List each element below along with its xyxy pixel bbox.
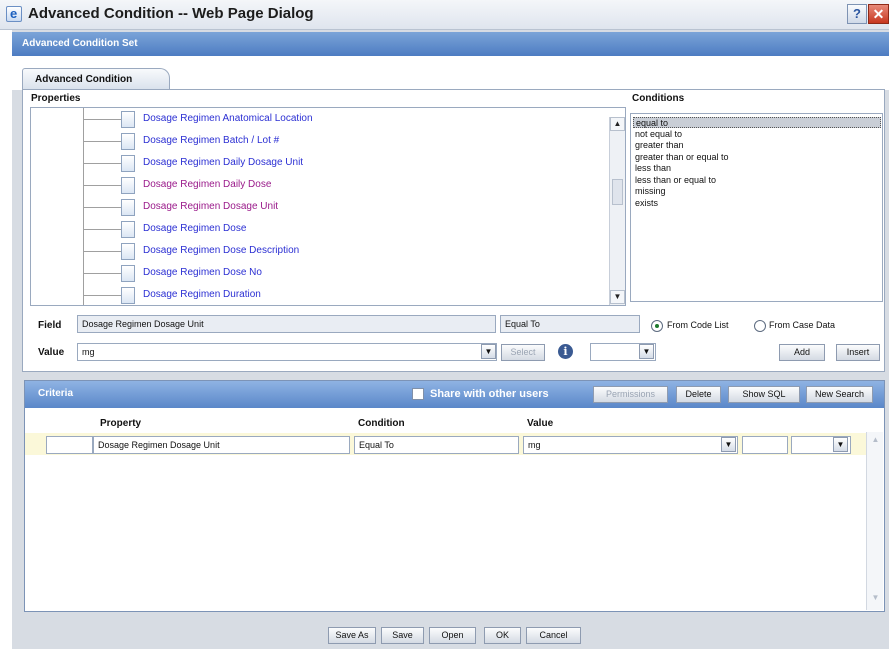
new-search-button[interactable]: New Search: [806, 386, 873, 403]
cancel-button[interactable]: Cancel: [526, 627, 581, 644]
document-icon: [121, 287, 135, 304]
criteria-panel: [24, 380, 885, 612]
condition-option[interactable]: exists: [633, 198, 881, 209]
tree-item-label: Dosage Regimen Dose Description: [143, 245, 300, 256]
arrow-down-icon[interactable]: ▼: [610, 290, 625, 304]
condition-option[interactable]: missing: [633, 186, 881, 197]
document-icon: [121, 111, 135, 128]
document-icon: [121, 199, 135, 216]
window-title: Advanced Condition -- Web Page Dialog: [28, 5, 314, 22]
chevron-down-icon[interactable]: ▼: [833, 437, 848, 452]
field-input[interactable]: Dosage Regimen Dosage Unit: [77, 315, 496, 333]
properties-scrollbar[interactable]: ▲ ▼: [609, 117, 625, 305]
tree-item-label: Dosage Regimen Anatomical Location: [143, 113, 313, 124]
save-as-button[interactable]: Save As: [328, 627, 376, 644]
condition-input[interactable]: Equal To: [500, 315, 640, 333]
column-header-property: Property: [100, 418, 142, 429]
row-property-cell[interactable]: Dosage Regimen Dosage Unit: [93, 436, 350, 454]
select-button[interactable]: Select: [501, 344, 545, 361]
chevron-down-icon[interactable]: ▼: [481, 344, 496, 359]
document-icon: [121, 221, 135, 238]
condition-option[interactable]: greater than: [633, 140, 881, 151]
tree-branch-line: [83, 295, 121, 296]
tree-item-label: Dosage Regimen Daily Dosage Unit: [143, 157, 304, 168]
criteria-title: Criteria: [38, 388, 74, 399]
conditions-list[interactable]: equal to not equal to greater than greater …: [630, 113, 883, 302]
value-label: Value: [38, 347, 65, 358]
row-prefix-input[interactable]: [46, 436, 93, 454]
help-button[interactable]: ?: [847, 4, 867, 24]
condition-option[interactable]: greater than or equal to: [633, 152, 881, 163]
arrow-up-icon[interactable]: ▲: [610, 117, 625, 131]
from-code-list-radio[interactable]: [651, 320, 663, 332]
tree-branch-line: [83, 185, 121, 186]
tree-item-label: Dosage Regimen Dosage Unit: [143, 201, 279, 212]
ie-app-icon: [6, 6, 22, 22]
tree-branch-line: [83, 273, 121, 274]
tree-item[interactable]: Dosage Regimen Duration: [83, 285, 625, 305]
chevron-down-icon[interactable]: ▼: [721, 437, 736, 452]
tree-branch-line: [83, 207, 121, 208]
row-value-cell[interactable]: mg: [523, 436, 738, 454]
document-icon: [121, 155, 135, 172]
document-icon: [121, 177, 135, 194]
tree-branch-line: [83, 229, 121, 230]
insert-button[interactable]: Insert: [836, 344, 880, 361]
close-button[interactable]: ✕: [868, 4, 889, 24]
criteria-scrollbar[interactable]: ▲ ▼: [866, 432, 883, 610]
tree-item-label: Dosage Regimen Dose: [143, 223, 247, 234]
share-label: Share with other users: [430, 388, 549, 400]
show-sql-button[interactable]: Show SQL: [728, 386, 800, 403]
field-label: Field: [38, 320, 62, 331]
document-icon: [121, 243, 135, 260]
tree-item[interactable]: Dosage Regimen Dose Description: [83, 241, 625, 263]
properties-tree[interactable]: Dosage Regimen Anatomical Location Dosage…: [30, 107, 626, 306]
open-button[interactable]: Open: [429, 627, 476, 644]
ok-button[interactable]: OK: [484, 627, 521, 644]
delete-button[interactable]: Delete: [676, 386, 721, 403]
tree-item-label: Dosage Regimen Dose No: [143, 267, 262, 278]
tree-item-label: Dosage Regimen Batch / Lot #: [143, 135, 280, 146]
tree-item[interactable]: Dosage Regimen Anatomical Location: [83, 109, 625, 131]
tree-branch-line: [83, 251, 121, 252]
from-case-data-radio[interactable]: [754, 320, 766, 332]
save-button[interactable]: Save: [381, 627, 424, 644]
info-icon[interactable]: i: [558, 344, 573, 359]
condition-set-header: Advanced Condition Set: [12, 32, 889, 56]
properties-label: Properties: [31, 93, 81, 104]
column-header-condition: Condition: [358, 418, 405, 429]
tree-item-label: Dosage Regimen Duration: [143, 289, 261, 300]
tree-item[interactable]: Dosage Regimen Daily Dosage Unit: [83, 153, 625, 175]
add-button[interactable]: Add: [779, 344, 825, 361]
document-icon: [121, 265, 135, 282]
row-condition-cell[interactable]: Equal To: [354, 436, 519, 454]
tree-item[interactable]: Dosage Regimen Dosage Unit: [83, 197, 625, 219]
permissions-button[interactable]: Permissions: [593, 386, 668, 403]
condition-option[interactable]: less than: [633, 163, 881, 174]
from-case-data-label: From Case Data: [769, 320, 836, 330]
conditions-label: Conditions: [632, 93, 685, 104]
arrow-up-icon[interactable]: ▲: [868, 434, 883, 448]
row-extra-input[interactable]: [742, 436, 788, 454]
share-checkbox[interactable]: [412, 388, 424, 400]
condition-option[interactable]: equal to: [633, 117, 881, 128]
tree-branch-line: [83, 141, 121, 142]
tree-item[interactable]: Dosage Regimen Batch / Lot #: [83, 131, 625, 153]
value-input[interactable]: mg: [77, 343, 497, 361]
tree-item[interactable]: Dosage Regimen Daily Dose: [83, 175, 625, 197]
tree-item[interactable]: Dosage Regimen Dose: [83, 219, 625, 241]
from-code-list-label: From Code List: [667, 320, 729, 330]
tree-branch-line: [83, 163, 121, 164]
condition-option[interactable]: less than or equal to: [633, 175, 881, 186]
scrollbar-thumb[interactable]: [612, 179, 623, 205]
tree-branch-line: [83, 119, 121, 120]
arrow-down-icon[interactable]: ▼: [868, 592, 883, 606]
condition-option[interactable]: not equal to: [633, 129, 881, 140]
column-header-value: Value: [527, 418, 554, 429]
tree-item[interactable]: Dosage Regimen Dose No: [83, 263, 625, 285]
tree-item-label: Dosage Regimen Daily Dose: [143, 179, 272, 190]
tab-advanced-condition[interactable]: Advanced Condition: [22, 68, 170, 90]
document-icon: [121, 133, 135, 150]
chevron-down-icon[interactable]: ▼: [639, 344, 654, 359]
